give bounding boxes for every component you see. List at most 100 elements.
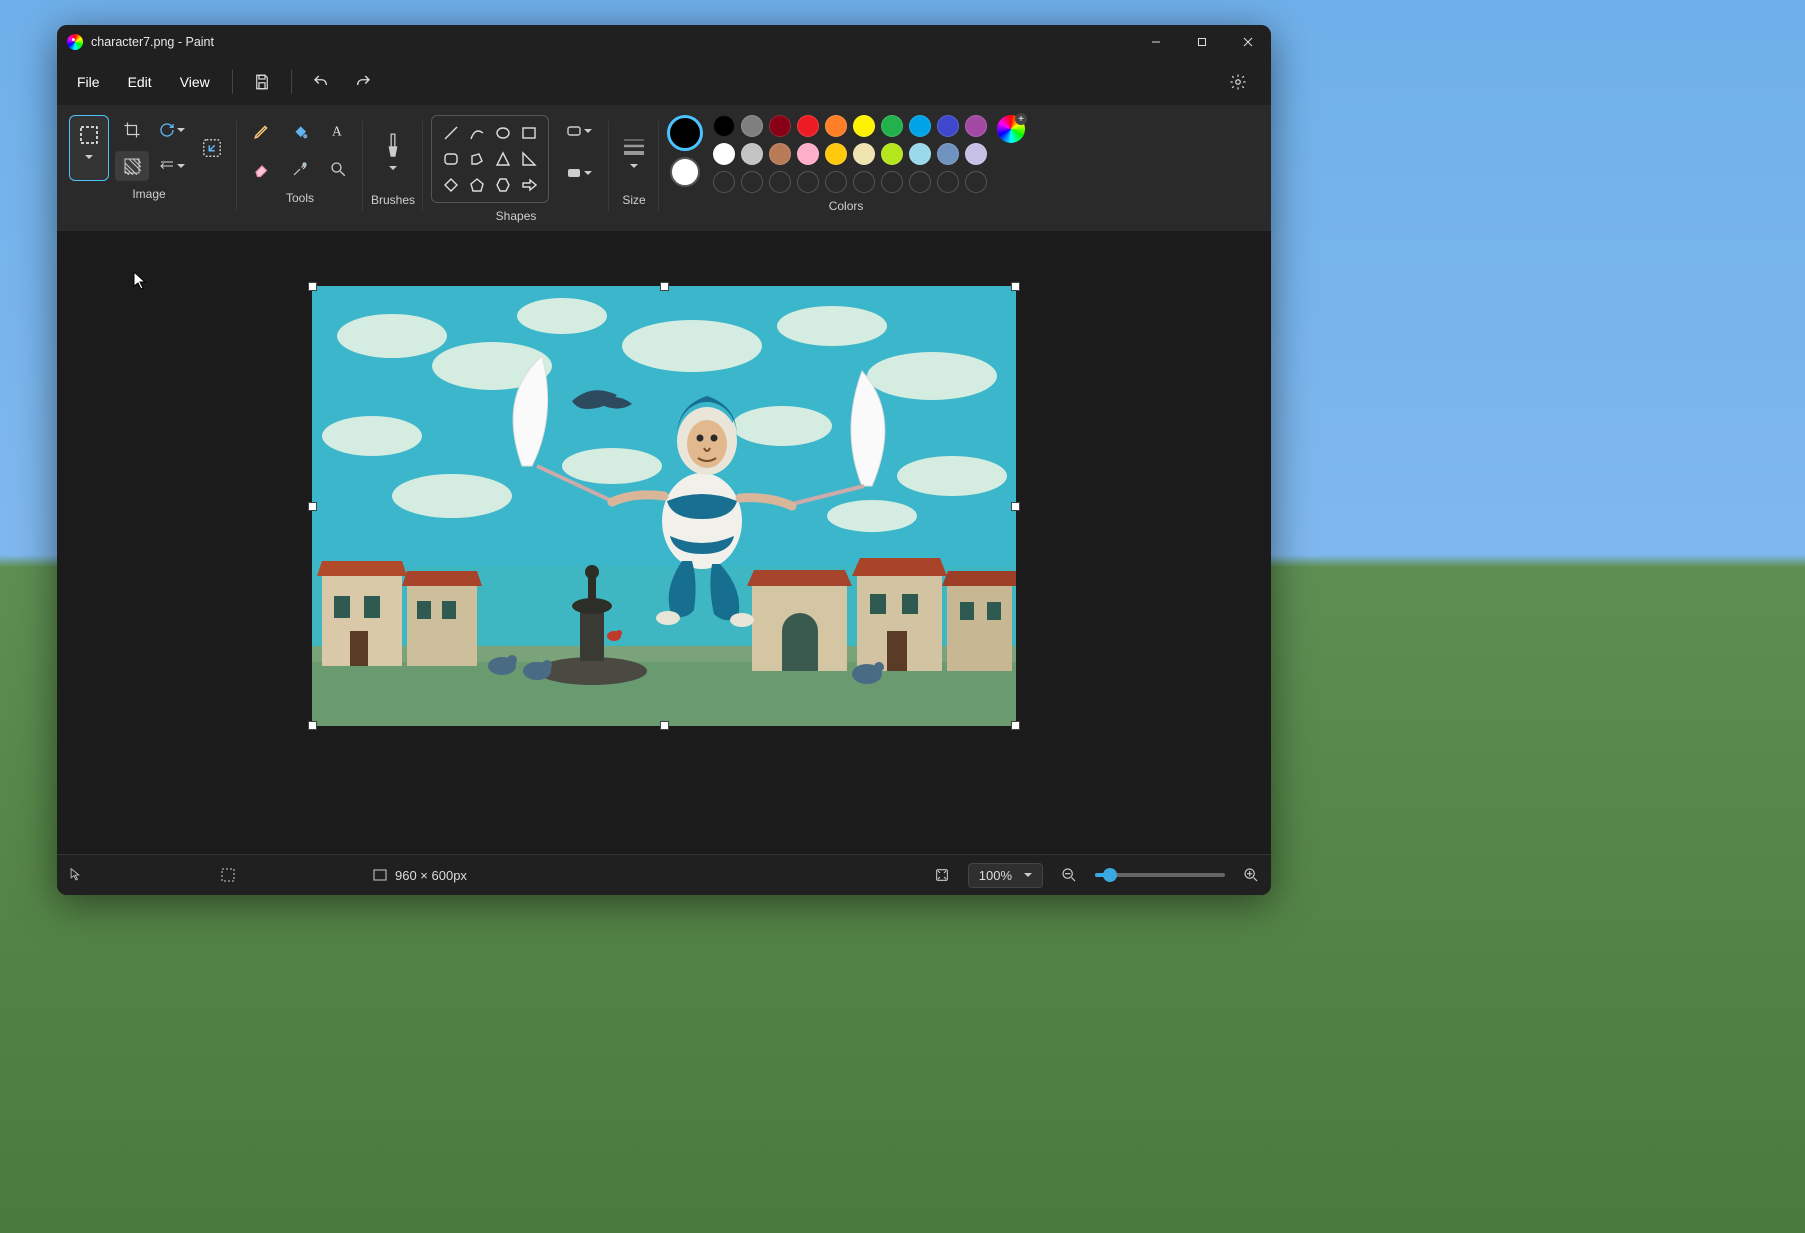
menu-edit[interactable]: Edit (114, 68, 166, 96)
redo-button[interactable] (346, 65, 380, 99)
canvas-area[interactable] (57, 232, 1271, 854)
color-swatch[interactable] (965, 143, 987, 165)
color-swatch[interactable] (797, 143, 819, 165)
color-swatch[interactable] (853, 115, 875, 137)
crop-button[interactable] (115, 115, 149, 145)
custom-color-slot[interactable] (853, 171, 875, 193)
shape-arrow-icon[interactable] (518, 174, 540, 196)
color-swatch[interactable] (909, 115, 931, 137)
shape-outline-button[interactable] (557, 115, 601, 147)
undo-button[interactable] (304, 65, 338, 99)
shape-right-triangle-icon[interactable] (518, 148, 540, 170)
resize-handle-sw[interactable] (308, 721, 317, 730)
canvas-image[interactable] (312, 286, 1016, 726)
color-swatch[interactable] (965, 115, 987, 137)
custom-color-slot[interactable] (769, 171, 791, 193)
color-swatch[interactable] (881, 143, 903, 165)
desktop-wallpaper: character7.png - Paint File Edit View (0, 0, 1805, 1233)
color-1[interactable] (667, 115, 703, 151)
select-dropdown[interactable] (74, 150, 104, 164)
separator (291, 70, 292, 94)
shape-triangle-icon[interactable] (492, 148, 514, 170)
color-swatch[interactable] (881, 115, 903, 137)
transparent-selection-button[interactable] (115, 151, 149, 181)
maximize-button[interactable] (1179, 25, 1225, 59)
close-button[interactable] (1225, 25, 1271, 59)
brushes-button[interactable] (376, 115, 410, 187)
cursor-icon (69, 868, 83, 882)
zoom-level-select[interactable]: 100% (968, 863, 1043, 888)
shape-roundrect-icon[interactable] (440, 148, 462, 170)
shapes-gallery[interactable] (431, 115, 549, 203)
save-button[interactable] (245, 65, 279, 99)
zoom-in-button[interactable] (1243, 867, 1259, 883)
text-tool[interactable]: A (321, 115, 355, 147)
color-swatch[interactable] (937, 143, 959, 165)
color-swatch[interactable] (769, 115, 791, 137)
size-button[interactable] (617, 115, 651, 187)
zoom-slider[interactable] (1095, 873, 1225, 877)
resize-handle-se[interactable] (1011, 721, 1020, 730)
flip-button[interactable] (155, 151, 189, 181)
eraser-tool[interactable] (245, 153, 279, 185)
paint-window: character7.png - Paint File Edit View (57, 25, 1271, 895)
color-swatch[interactable] (713, 115, 735, 137)
resize-handle-nw[interactable] (308, 282, 317, 291)
resize-handle-w[interactable] (308, 502, 317, 511)
resize-handle-ne[interactable] (1011, 282, 1020, 291)
rotate-button[interactable] (155, 115, 189, 145)
resize-handle-n[interactable] (660, 282, 669, 291)
shape-line-icon[interactable] (440, 122, 462, 144)
color-swatch[interactable] (741, 143, 763, 165)
shape-oval-icon[interactable] (492, 122, 514, 144)
menu-view[interactable]: View (166, 68, 224, 96)
shape-pentagon-icon[interactable] (466, 174, 488, 196)
custom-color-slot[interactable] (825, 171, 847, 193)
edit-colors-button[interactable] (997, 115, 1025, 143)
ribbon-group-image: Image (61, 111, 237, 231)
shape-hexagon-icon[interactable] (492, 174, 514, 196)
color-swatch[interactable] (909, 143, 931, 165)
shape-curve-icon[interactable] (466, 122, 488, 144)
resize-button[interactable] (195, 126, 229, 170)
minimize-button[interactable] (1133, 25, 1179, 59)
fit-to-window-button[interactable] (934, 867, 950, 883)
menu-file[interactable]: File (63, 68, 114, 96)
pencil-tool[interactable] (245, 115, 279, 147)
custom-color-slot[interactable] (713, 171, 735, 193)
chevron-down-icon (177, 128, 185, 132)
color-2[interactable] (670, 157, 700, 187)
color-swatch[interactable] (825, 115, 847, 137)
shape-diamond-icon[interactable] (440, 174, 462, 196)
color-swatch[interactable] (937, 115, 959, 137)
canvas[interactable] (312, 286, 1016, 726)
select-tool[interactable] (69, 115, 109, 181)
settings-button[interactable] (1221, 65, 1255, 99)
color-picker-tool[interactable] (283, 153, 317, 185)
resize-handle-s[interactable] (660, 721, 669, 730)
color-swatch[interactable] (741, 115, 763, 137)
cursor-position (69, 868, 83, 882)
window-title: character7.png - Paint (91, 35, 214, 49)
custom-color-slot[interactable] (741, 171, 763, 193)
color-swatch[interactable] (797, 115, 819, 137)
color-swatch[interactable] (853, 143, 875, 165)
color-swatch[interactable] (769, 143, 791, 165)
custom-color-slot[interactable] (797, 171, 819, 193)
resize-handle-e[interactable] (1011, 502, 1020, 511)
title-bar[interactable]: character7.png - Paint (57, 25, 1271, 59)
shape-polygon-icon[interactable] (466, 148, 488, 170)
custom-color-slot[interactable] (937, 171, 959, 193)
fill-tool[interactable] (283, 115, 317, 147)
shape-fill-button[interactable] (557, 157, 601, 189)
chevron-down-icon (584, 171, 592, 175)
custom-color-slot[interactable] (881, 171, 903, 193)
zoom-out-button[interactable] (1061, 867, 1077, 883)
custom-color-slot[interactable] (965, 171, 987, 193)
magnifier-tool[interactable] (321, 153, 355, 185)
svg-text:A: A (332, 124, 342, 139)
shape-rect-icon[interactable] (518, 122, 540, 144)
color-swatch[interactable] (825, 143, 847, 165)
color-swatch[interactable] (713, 143, 735, 165)
custom-color-slot[interactable] (909, 171, 931, 193)
